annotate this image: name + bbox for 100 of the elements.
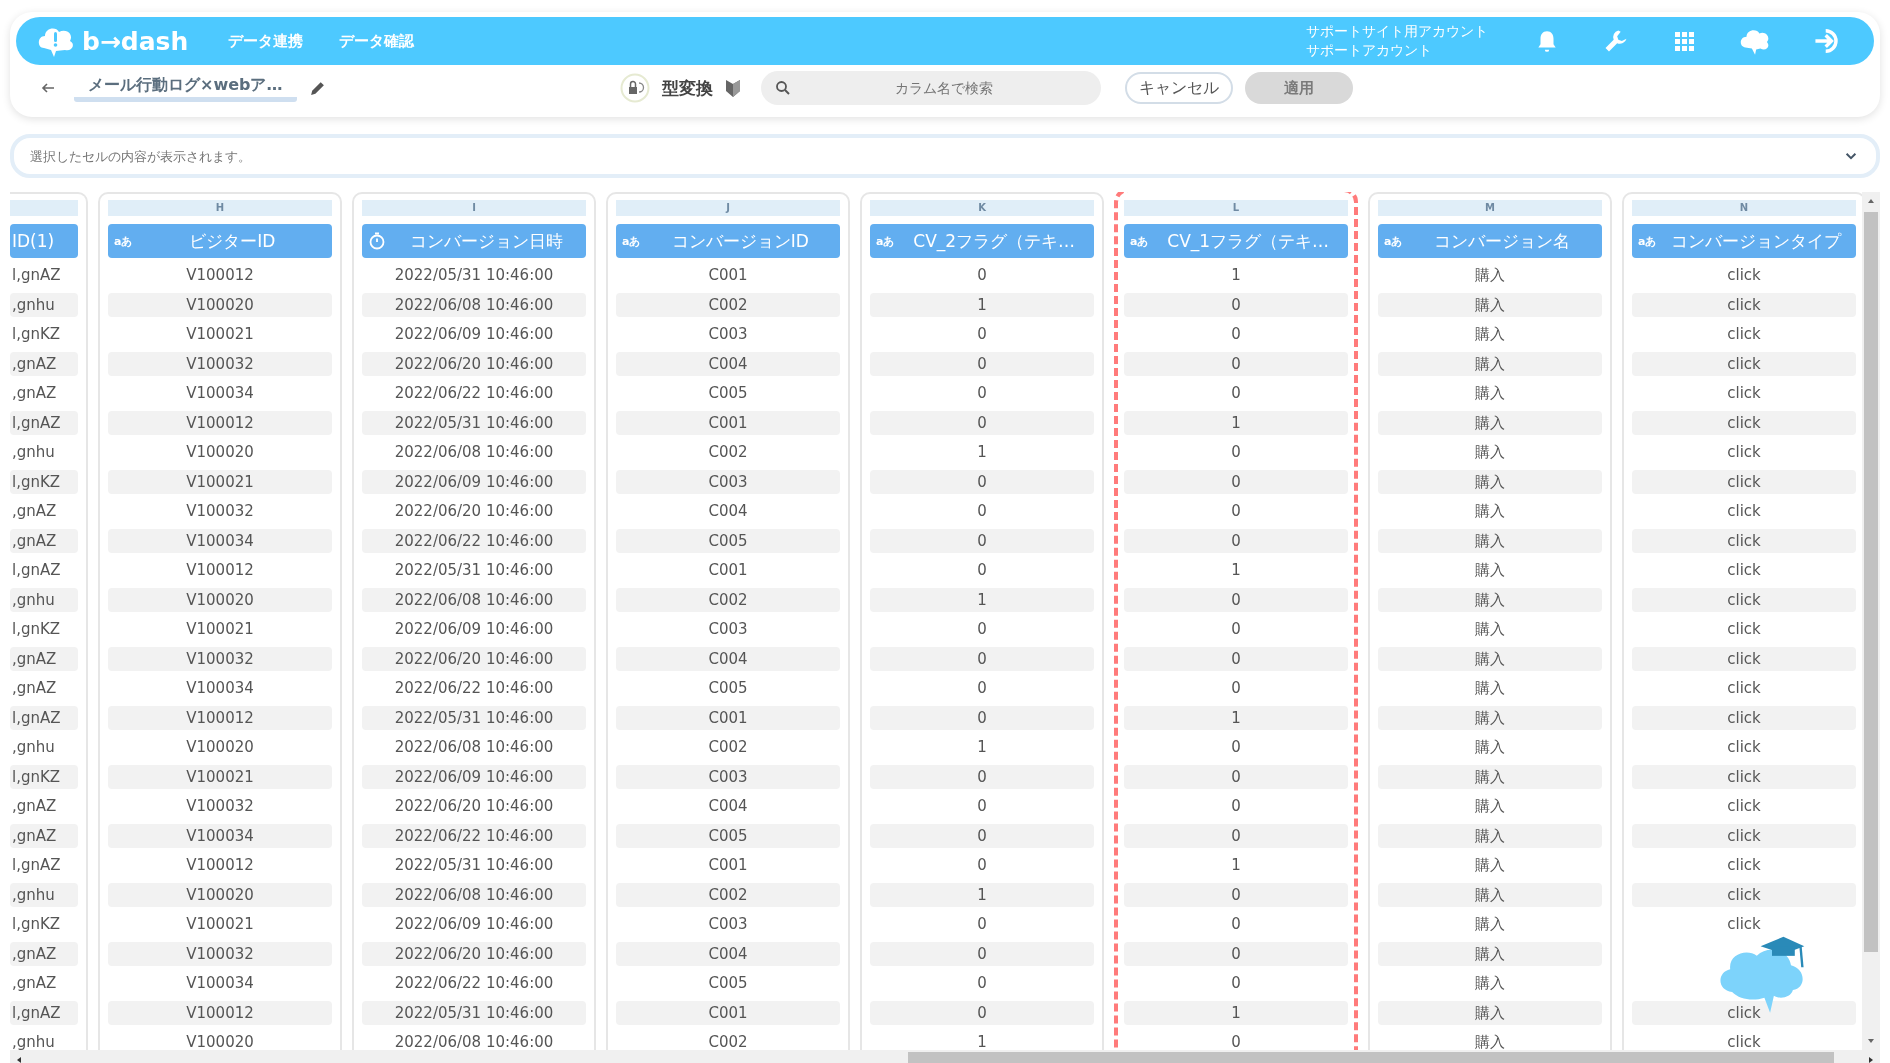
table-cell[interactable]: C002 (616, 882, 840, 907)
table-cell[interactable]: click (1632, 882, 1856, 907)
table-cell[interactable]: 購入 (1378, 676, 1602, 701)
table-cell[interactable]: 購入 (1378, 794, 1602, 819)
table-cell[interactable]: V100021 (108, 764, 332, 789)
table-cell[interactable]: 2022/06/22 10:46:00 (362, 528, 586, 553)
table-cell[interactable]: ,gnAZ (10, 528, 78, 553)
table-cell[interactable]: 2022/06/08 10:46:00 (362, 1030, 586, 1050)
table-cell[interactable]: 2022/06/20 10:46:00 (362, 646, 586, 671)
table-cell[interactable]: 2022/06/22 10:46:00 (362, 381, 586, 406)
table-cell[interactable]: 0 (1124, 764, 1348, 789)
table-cell[interactable]: 0 (870, 617, 1094, 642)
table-cell[interactable]: C001 (616, 705, 840, 730)
table-cell[interactable]: click (1632, 764, 1856, 789)
table-cell[interactable]: 0 (870, 971, 1094, 996)
table-cell[interactable]: l,gnAZ (10, 853, 78, 878)
table-cell[interactable]: l,gnKZ (10, 912, 78, 937)
table-cell[interactable]: l,gnKZ (10, 322, 78, 347)
table-cell[interactable]: V100032 (108, 351, 332, 376)
table-cell[interactable]: 1 (870, 882, 1094, 907)
table-cell[interactable]: 0 (870, 823, 1094, 848)
table-cell[interactable]: 1 (870, 440, 1094, 465)
table-cell[interactable]: l,gnAZ (10, 558, 78, 583)
table-cell[interactable]: 1 (870, 1030, 1094, 1050)
table-cell[interactable]: V100021 (108, 617, 332, 642)
table-cell[interactable]: 0 (1124, 1030, 1348, 1050)
table-cell[interactable]: 0 (1124, 469, 1348, 494)
table-cell[interactable]: C004 (616, 794, 840, 819)
table-cell[interactable]: 購入 (1378, 322, 1602, 347)
table-cell[interactable]: V100020 (108, 882, 332, 907)
table-cell[interactable]: 0 (870, 499, 1094, 524)
table-cell[interactable]: 0 (870, 1000, 1094, 1025)
table-cell[interactable]: click (1632, 646, 1856, 671)
cell-content-box[interactable]: 選択したセルの内容が表示されます。 (10, 134, 1880, 178)
table-cell[interactable]: V100034 (108, 381, 332, 406)
table-cell[interactable]: 購入 (1378, 351, 1602, 376)
table-cell[interactable]: C005 (616, 528, 840, 553)
table-cell[interactable]: 2022/05/31 10:46:00 (362, 410, 586, 435)
table-cell[interactable]: 2022/06/09 10:46:00 (362, 322, 586, 347)
table-cell[interactable]: ,gnhu (10, 1030, 78, 1050)
table-cell[interactable]: C004 (616, 499, 840, 524)
table-cell[interactable]: V100034 (108, 676, 332, 701)
table-cell[interactable]: 0 (1124, 882, 1348, 907)
table-cell[interactable]: ,gnAZ (10, 646, 78, 671)
table-cell[interactable]: click (1632, 853, 1856, 878)
table-cell[interactable]: V100020 (108, 1030, 332, 1050)
table-cell[interactable]: 2022/06/22 10:46:00 (362, 823, 586, 848)
table-cell[interactable]: V100021 (108, 469, 332, 494)
table-cell[interactable]: 0 (870, 912, 1094, 937)
table-cell[interactable]: 購入 (1378, 912, 1602, 937)
table-cell[interactable]: l,gnKZ (10, 764, 78, 789)
table-cell[interactable]: 1 (870, 587, 1094, 612)
table-cell[interactable]: 0 (1124, 823, 1348, 848)
table-cell[interactable]: C002 (616, 587, 840, 612)
table-cell[interactable]: 2022/06/09 10:46:00 (362, 469, 586, 494)
table-cell[interactable]: click (1632, 558, 1856, 583)
table-cell[interactable]: 0 (1124, 351, 1348, 376)
table-cell[interactable]: 購入 (1378, 528, 1602, 553)
table-cell[interactable]: 0 (870, 410, 1094, 435)
table-cell[interactable]: ,gnhu (10, 735, 78, 760)
table-cell[interactable]: click (1632, 322, 1856, 347)
table-cell[interactable]: 0 (870, 558, 1094, 583)
table-cell[interactable]: 購入 (1378, 263, 1602, 288)
table-cell[interactable]: click (1632, 676, 1856, 701)
table-cell[interactable]: 1 (1124, 705, 1348, 730)
table-cell[interactable]: 0 (1124, 941, 1348, 966)
table-cell[interactable]: 2022/06/22 10:46:00 (362, 971, 586, 996)
table-cell[interactable]: C001 (616, 853, 840, 878)
table-cell[interactable]: click (1632, 381, 1856, 406)
table-cell[interactable]: C004 (616, 351, 840, 376)
table-cell[interactable]: V100034 (108, 971, 332, 996)
table-cell[interactable]: ,gnhu (10, 882, 78, 907)
table-cell[interactable]: V100034 (108, 528, 332, 553)
table-cell[interactable]: 2022/06/09 10:46:00 (362, 764, 586, 789)
table-cell[interactable]: l,gnKZ (10, 617, 78, 642)
table-cell[interactable]: 2022/06/20 10:46:00 (362, 351, 586, 376)
table-cell[interactable]: V100021 (108, 912, 332, 937)
table-cell[interactable]: 購入 (1378, 499, 1602, 524)
table-cell[interactable]: V100032 (108, 499, 332, 524)
dataset-title[interactable]: メール行動ログ×webア… (74, 74, 297, 102)
table-cell[interactable]: click (1632, 705, 1856, 730)
table-cell[interactable]: 0 (1124, 499, 1348, 524)
table-cell[interactable]: 2022/06/08 10:46:00 (362, 882, 586, 907)
table-cell[interactable]: 0 (1124, 676, 1348, 701)
table-cell[interactable]: ,gnAZ (10, 823, 78, 848)
table-cell[interactable]: 購入 (1378, 381, 1602, 406)
table-cell[interactable]: 0 (870, 705, 1094, 730)
table-cell[interactable]: V100020 (108, 735, 332, 760)
table-cell[interactable]: 1 (1124, 410, 1348, 435)
table-cell[interactable]: C002 (616, 292, 840, 317)
table-cell[interactable]: 0 (1124, 440, 1348, 465)
table-cell[interactable]: 購入 (1378, 646, 1602, 671)
table-cell[interactable]: 購入 (1378, 587, 1602, 612)
table-cell[interactable]: 2022/06/09 10:46:00 (362, 912, 586, 937)
table-cell[interactable]: ,gnAZ (10, 499, 78, 524)
table-cell[interactable]: click (1632, 410, 1856, 435)
shield-icon[interactable] (724, 78, 741, 98)
table-cell[interactable]: click (1632, 1000, 1856, 1025)
cell-content-field[interactable]: 選択したセルの内容が表示されます。 (28, 141, 1840, 171)
table-cell[interactable]: 1 (870, 292, 1094, 317)
